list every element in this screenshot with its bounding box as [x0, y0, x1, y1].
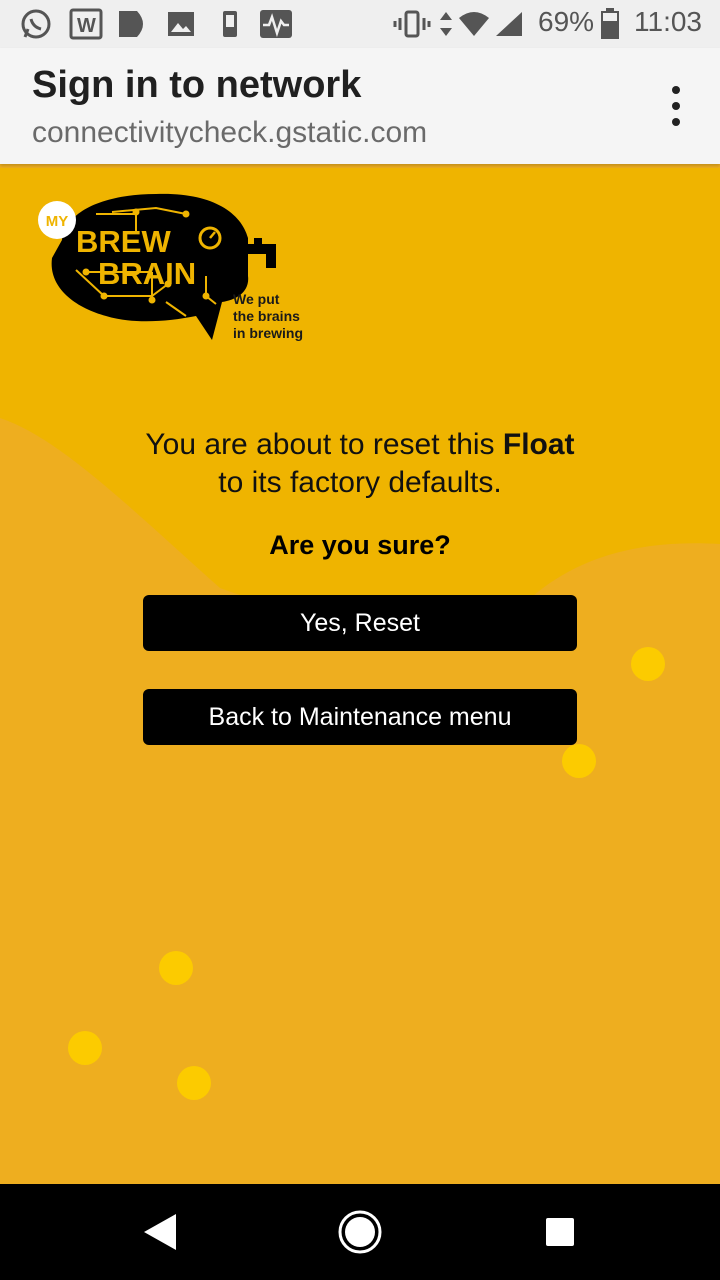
wifi-icon — [456, 8, 492, 40]
home-icon[interactable] — [336, 1208, 384, 1256]
battery-icon — [598, 8, 622, 40]
word-icon: W — [68, 8, 104, 40]
reset-message: You are about to reset this Float to its… — [60, 426, 660, 502]
navigation-bar — [0, 1184, 720, 1280]
svg-text:W: W — [77, 15, 96, 37]
logo-badge: MY — [46, 213, 69, 230]
bubble — [631, 647, 665, 681]
bubble — [562, 744, 596, 778]
back-to-maintenance-button[interactable]: Back to Maintenance menu — [143, 689, 577, 745]
message-prefix: You are about to reset this — [145, 428, 503, 461]
logo-word-brain: BRAIN — [98, 256, 196, 291]
bubble — [68, 1031, 102, 1065]
yes-reset-button[interactable]: Yes, Reset — [143, 595, 577, 651]
app-bar: Sign in to network connectivitycheck.gst… — [0, 48, 720, 164]
page-url: connectivitycheck.gstatic.com — [32, 116, 428, 149]
confirm-question: Are you sure? — [269, 530, 451, 560]
whatsapp-icon — [18, 8, 54, 40]
more-vert-icon[interactable] — [656, 86, 696, 126]
brew-brain-logo: MY BREW BRAIN We put the brains in brewi… — [36, 192, 326, 357]
data-arrows-icon — [436, 8, 456, 40]
logo-tagline-1: We put — [233, 291, 280, 307]
status-bar: W 69% 11:03 — [0, 0, 720, 48]
phone-device-icon — [218, 8, 242, 40]
back-icon[interactable] — [136, 1208, 184, 1256]
bubble — [159, 951, 193, 985]
logo-tagline-2: the brains — [233, 308, 300, 324]
page-title: Sign in to network — [32, 64, 362, 106]
bubble — [177, 1066, 211, 1100]
logo-tagline-3: in brewing — [233, 325, 303, 341]
portal-content: MY BREW BRAIN We put the brains in brewi… — [0, 168, 720, 1184]
clock: 11:03 — [634, 6, 702, 37]
activity-icon — [258, 8, 294, 40]
vibrate-icon — [392, 8, 432, 40]
recents-icon[interactable] — [536, 1208, 584, 1256]
battery-percent: 69% — [538, 6, 595, 37]
image-icon — [166, 8, 196, 40]
signal-icon — [492, 8, 526, 40]
device-name: Float — [502, 428, 575, 461]
play-icon — [116, 8, 150, 40]
message-suffix: to its factory defaults. — [218, 466, 502, 499]
logo-word-brew: BREW — [76, 224, 171, 259]
